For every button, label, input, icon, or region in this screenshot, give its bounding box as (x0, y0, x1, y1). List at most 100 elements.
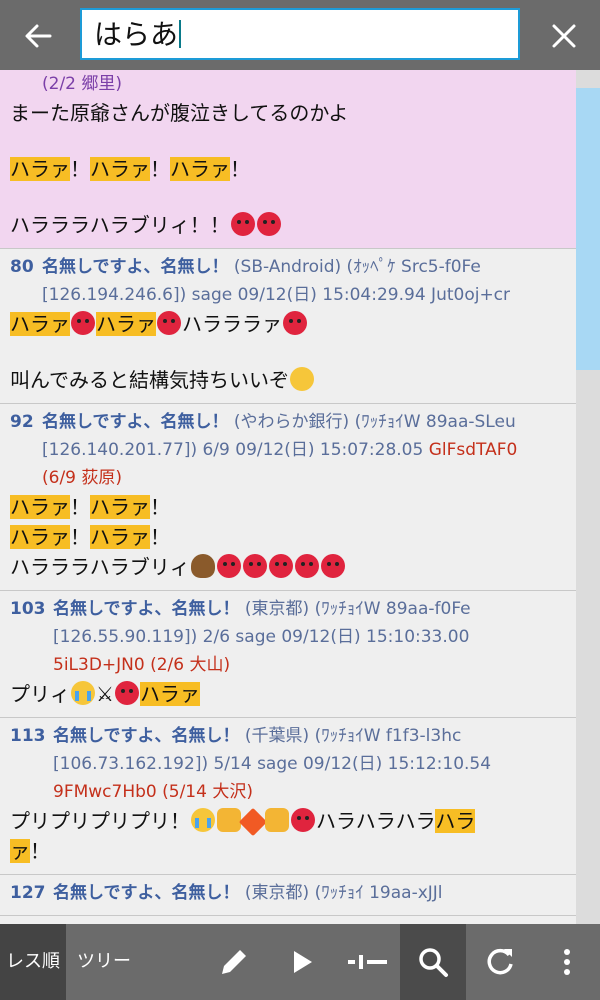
post-header-line: [126.140.201.77]) 6/9 09/12(日) 15:07:28.… (42, 436, 566, 464)
search-hit-text: ハラァ (90, 495, 150, 519)
post-header-line: 名無しですよ、名無し！ (やわらか銀行) (ﾜｯﾁｮｲW 89aa-SLeu (42, 408, 566, 436)
post-header: 103 名無しですよ、名無し！ (東京都) (ﾜｯﾁｮｲW 89aa-f0Fe [1… (10, 595, 566, 679)
post-header-body: 名無しですよ、名無し！ (千葉県) (ﾜｯﾁｮｲW f1f3-l3hc [106.… (10, 722, 566, 806)
body-text: ⚔ (96, 682, 114, 706)
refresh-button[interactable] (478, 940, 522, 984)
search-hit-text: ハラァ (96, 312, 156, 336)
post-header-line: 名無しですよ、名無し！ (千葉県) (ﾜｯﾁｮｲW f1f3-l3hc (53, 722, 566, 750)
body-text: ！ (150, 525, 170, 549)
poster-info: (SB-Android) (ｵｯﾍﾟｹ Src5-f0Fe (233, 257, 481, 277)
poster-info: (東京都) (ﾜｯﾁｮｲ 19aa-xJJl (244, 883, 443, 903)
post-item[interactable]: 92 名無しですよ、名無し！ (やわらか銀行) (ﾜｯﾁｮｲW 89aa-SLeu… (0, 404, 576, 591)
poster-info: (千葉県) (ﾜｯﾁｮｲW f1f3-l3hc (244, 726, 462, 746)
search-hit-text: ハラァ (10, 495, 70, 519)
post-number[interactable]: 80 (10, 253, 34, 281)
post-item[interactable]: 127 名無しですよ、名無し！ (東京都) (ﾜｯﾁｮｲ 19aa-xJJl (0, 875, 576, 916)
bottom-toolbar: レス順 ツリー (0, 924, 600, 1000)
post-body-line: ハラァ！ハラァ！ (10, 522, 566, 552)
post-body-line: プリプリプリプリ！ ハラハラハラハラ (10, 806, 566, 837)
body-text: ！ (70, 525, 90, 549)
post-item[interactable]: 113 名無しですよ、名無し！ (千葉県) (ﾜｯﾁｮｲW f1f3-l3hc [1… (0, 718, 576, 875)
search-hit-text: ハラァ (90, 525, 150, 549)
poster-info: (やわらか銀行) (ﾜｯﾁｮｲW 89aa-SLeu (233, 412, 516, 432)
search-hit-text: ハラァ (139, 682, 200, 706)
write-button[interactable] (212, 940, 256, 984)
back-button[interactable] (16, 14, 60, 58)
post-header: 80 名無しですよ、名無し！ (SB-Android) (ｵｯﾍﾟｹ Src5-f… (10, 253, 566, 309)
hug-emoji-icon (290, 367, 314, 391)
post-body-line: ハラァ ハラァ ハラララァ (10, 309, 566, 339)
fist-emoji-icon (265, 808, 289, 832)
body-text: ハラララハラブリィ！！ (10, 213, 230, 237)
post-header-line: 名無しですよ、名無し！ (SB-Android) (ｵｯﾍﾟｹ Src5-f0F… (42, 253, 566, 281)
body-text: ハラハラハラ (316, 809, 436, 833)
post-body-line: ハラァ！ハラァ！ (10, 492, 566, 522)
angry-emoji-icon (71, 311, 95, 335)
tab-response-order[interactable]: レス順 (0, 924, 66, 1000)
post-number[interactable]: 113 (10, 722, 46, 750)
poster-id[interactable]: GlFsdTAF0 (429, 440, 518, 460)
search-button[interactable] (411, 940, 455, 984)
search-hit-text: ハラ (435, 809, 476, 833)
body-text: ！ (150, 157, 170, 181)
range-button[interactable] (346, 940, 390, 984)
search-hit-text: ハラァ (10, 157, 70, 181)
body-text: ！ (150, 495, 170, 519)
scrollbar[interactable] (576, 70, 600, 924)
body-text: ！ (70, 495, 90, 519)
close-search-button[interactable] (542, 14, 586, 58)
post-body-line: ハラララハラブリィ！！ (10, 210, 566, 240)
search-input[interactable]: はらあ (80, 8, 520, 60)
post-header-body: 名無しですよ、名無し！ (東京都) (ﾜｯﾁｮｲW 89aa-f0Fe [126.… (10, 595, 566, 679)
post-header-line: 名無しですよ、名無し！ (東京都) (ﾜｯﾁｮｲ 19aa-xJJl (53, 879, 566, 907)
search-hit-text: ハラァ (170, 157, 230, 181)
body-text: まーた原爺さんが腹泣きしてるのかよ (10, 101, 349, 125)
angry-emoji-icon (157, 311, 181, 335)
angry-emoji-icon (283, 311, 307, 335)
boom-emoji-icon (238, 807, 268, 837)
post-number[interactable]: 103 (10, 595, 46, 623)
post-date-info: [126.55.90.119]) 2/6 sage 09/12(日) 15:10… (53, 627, 470, 647)
text-caret (179, 20, 182, 48)
angry-emoji-icon (114, 681, 139, 705)
post-list[interactable]: (2/2 郷里) まーた原爺さんが腹泣きしてるのかよ ハラァ！ハラァ！ハラァ！ ハララ… (0, 70, 576, 924)
pencil-icon (222, 950, 246, 974)
back-arrow-icon (25, 24, 52, 48)
scrollbar-thumb[interactable] (576, 88, 600, 370)
tab-tree[interactable]: ツリー (66, 924, 142, 1000)
post-date-info: [126.194.246.6]) sage 09/12(日) 15:04:29.… (42, 285, 511, 305)
post-body-line: まーた原爺さんが腹泣きしてるのかよ (10, 98, 566, 128)
post-header-line: 名無しですよ、名無し！ (東京都) (ﾜｯﾁｮｲW 89aa-f0Fe (53, 595, 566, 623)
post-body-line: 叫んでみると結構気持ちいいぞ (10, 365, 566, 395)
angry-emoji-icon (268, 554, 293, 578)
angry-emoji-icon (320, 554, 345, 578)
search-icon (419, 948, 448, 977)
play-button[interactable] (280, 940, 324, 984)
poster-name: 名無しですよ、名無し！ (53, 599, 240, 619)
post-header-line: [106.73.162.192]) 5/14 sage 09/12(日) 15:… (53, 750, 566, 778)
top-toolbar: はらあ (0, 0, 600, 70)
close-icon (552, 24, 576, 48)
poster-name: 名無しですよ、名無し！ (53, 883, 240, 903)
angry-emoji-icon (294, 554, 319, 578)
post-item[interactable]: 80 名無しですよ、名無し！ (SB-Android) (ｵｯﾍﾟｹ Src5-f… (0, 249, 576, 404)
post-header-line: [126.194.246.6]) sage 09/12(日) 15:04:29.… (42, 281, 566, 309)
poster-name: 名無しですよ、名無し！ (53, 726, 240, 746)
post-number[interactable]: 127 (10, 879, 46, 907)
post-number[interactable]: 92 (10, 408, 34, 436)
poster-name: 名無しですよ、名無し！ (42, 412, 229, 432)
post-body-line: ァ！ (10, 836, 566, 866)
post-body-line: ハラララハラブリィ (10, 552, 566, 582)
slider-icon (348, 955, 387, 969)
post-header-body: 名無しですよ、名無し！ (やわらか銀行) (ﾜｯﾁｮｲW 89aa-SLeu [1… (10, 408, 566, 492)
post-header-body: 名無しですよ、名無し！ (東京都) (ﾜｯﾁｮｲ 19aa-xJJl (10, 879, 566, 907)
post-header-body: 名無しですよ、名無し！ (SB-Android) (ｵｯﾍﾟｹ Src5-f0F… (10, 253, 566, 309)
post-item[interactable]: (2/2 郷里) まーた原爺さんが腹泣きしてるのかよ ハラァ！ハラァ！ハラァ！ ハララ… (0, 70, 576, 249)
poster-id[interactable]: 5iL3D+JN0 (2/6 大山) (53, 651, 566, 679)
poster-id[interactable]: 9FMwc7Hb0 (5/14 大沢) (53, 778, 566, 806)
poster-id[interactable]: (6/9 荻原) (42, 464, 566, 492)
more-options-button[interactable] (545, 940, 589, 984)
post-item[interactable]: 103 名無しですよ、名無し！ (東京都) (ﾜｯﾁｮｲW 89aa-f0Fe [1… (0, 591, 576, 718)
